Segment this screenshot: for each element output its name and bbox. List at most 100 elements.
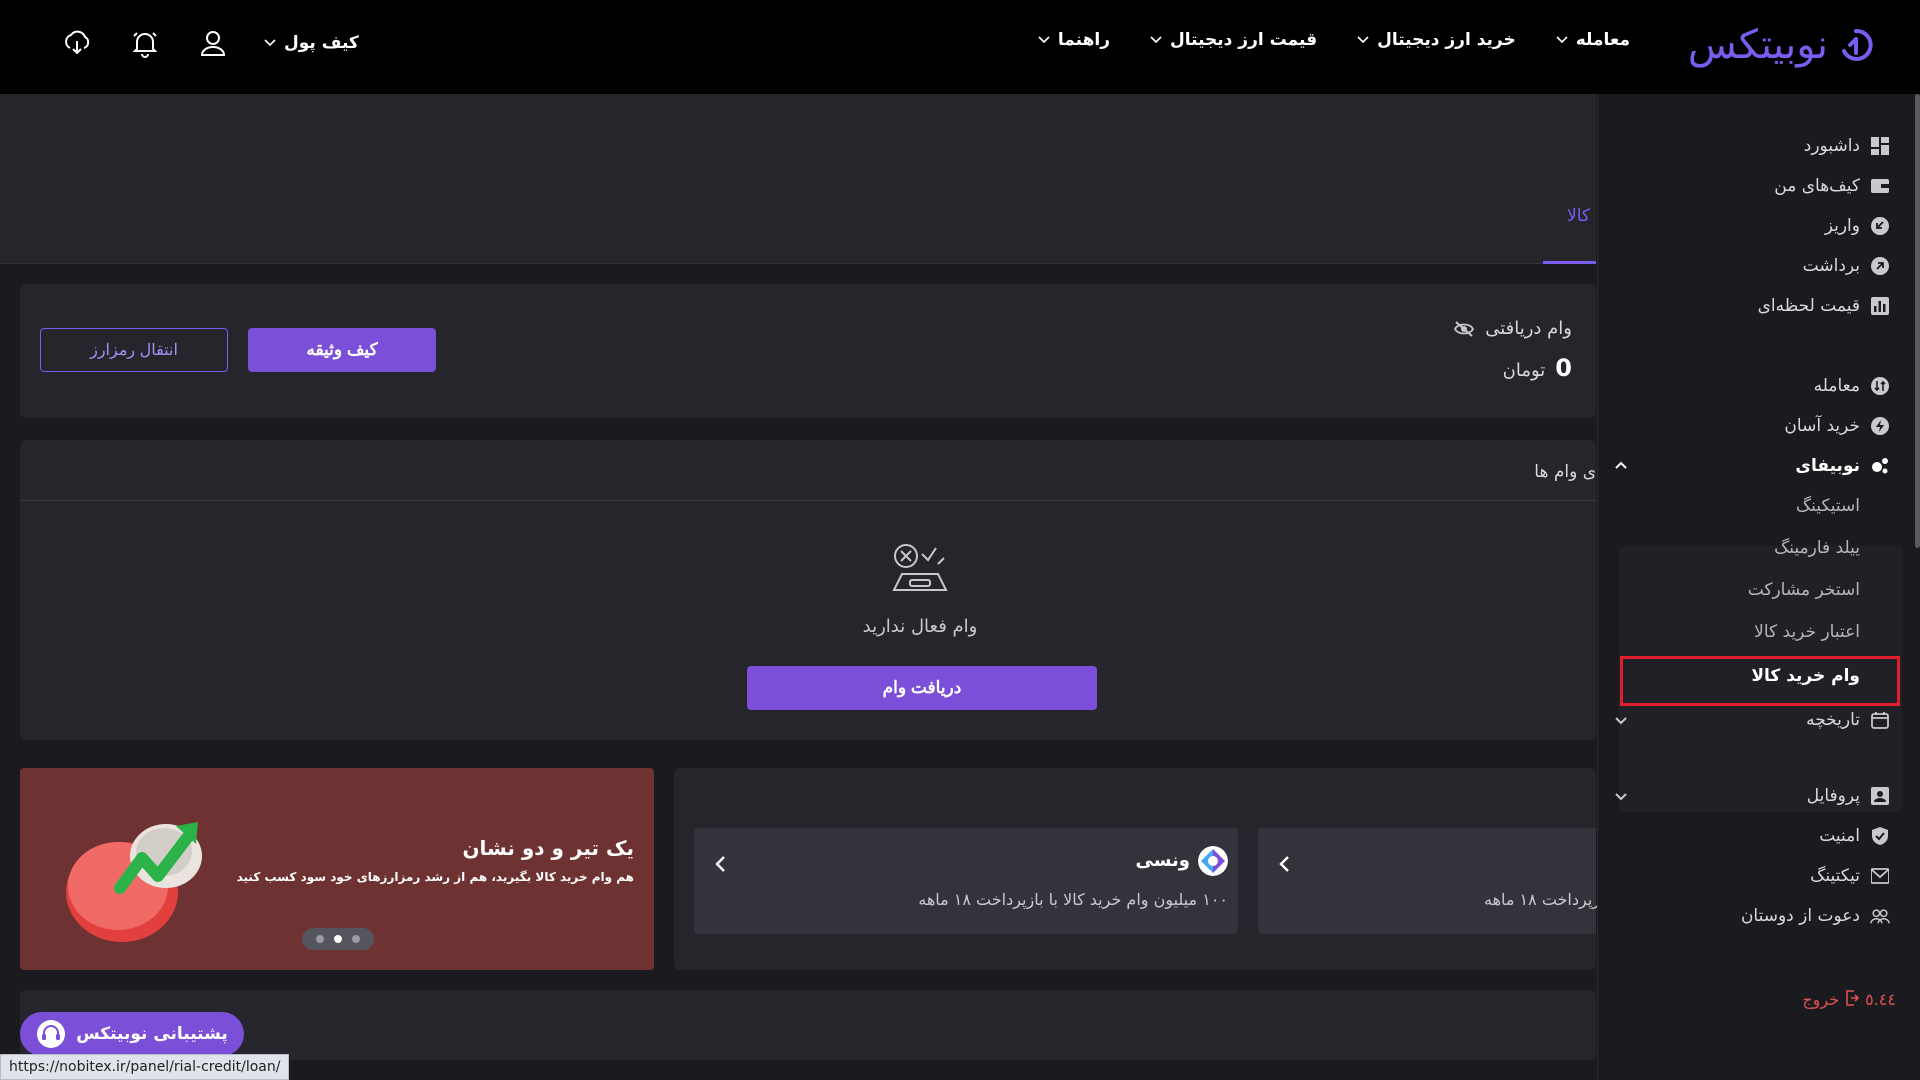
empty-loans-text: وام فعال ندارید [862, 616, 978, 637]
transfer-crypto-button[interactable]: انتقال رمزارز [40, 328, 228, 372]
sidebar-item-label: تیکتینگ [1810, 866, 1860, 886]
chevron-down-icon [1150, 36, 1162, 44]
sidebar-subitem-goods-credit[interactable]: اعتبار خرید کالا [1754, 622, 1860, 642]
sidebar-item-label: واریز [1824, 216, 1860, 236]
wallet-menu-label: کیف پول [284, 33, 359, 53]
sidebar-item-live-price[interactable]: قیمت لحظه‌ای [1758, 296, 1890, 316]
tab-label: کالا [1567, 206, 1590, 226]
user-icon [200, 31, 226, 56]
chevron-down-icon [1556, 36, 1568, 44]
top-navbar: نوبیتکس معامله خرید ارز دیجیتال قیمت ارز… [0, 0, 1920, 94]
main-content: کالا وام دریافتی 0 تومان کیف وثیقه انتقا… [0, 94, 1600, 1080]
deposit-icon [1870, 216, 1890, 236]
sidebar-item-my-wallets[interactable]: کیف‌های من [1774, 176, 1890, 196]
carousel-dot[interactable] [316, 935, 324, 943]
tab-goods[interactable]: کالا [1543, 206, 1596, 264]
users-icon [1870, 906, 1890, 926]
chevron-down-icon[interactable] [1614, 792, 1628, 802]
nav-item-label: معامله [1575, 30, 1630, 50]
nav-item-label: قیمت ارز دیجیتال [1170, 30, 1318, 50]
carousel-dots [302, 928, 374, 950]
chevron-up-icon[interactable] [1614, 460, 1628, 470]
collateral-wallet-button[interactable]: کیف وثیقه [248, 328, 436, 372]
support-chat-button[interactable]: پشتیبانی نوبیتکس [20, 1012, 244, 1056]
headset-icon [37, 1020, 66, 1048]
sidebar-item-label: کیف‌های من [1774, 176, 1860, 196]
sidebar-item-history[interactable]: تاریخچه [1806, 710, 1890, 730]
sidebar-subitem-staking[interactable]: استیکینگ [1796, 496, 1860, 516]
received-loan-label: وام دریافتی [1453, 318, 1572, 339]
sidebar-item-profile[interactable]: پروفایل [1807, 786, 1890, 806]
logout-icon [1846, 990, 1860, 1006]
divider [20, 500, 1596, 501]
bell-icon [132, 32, 158, 58]
wallet-icon [1870, 176, 1890, 196]
get-loan-button[interactable]: دریافت وام [747, 666, 1097, 710]
download-cloud-icon [65, 30, 90, 55]
download-app-button[interactable] [60, 26, 94, 60]
received-loan-amount: 0 تومان [1503, 354, 1572, 382]
sidebar-item-dashboard[interactable]: داشبورد [1804, 136, 1890, 156]
loan-amount-currency: تومان [1502, 360, 1546, 381]
carousel-dot-active[interactable] [334, 935, 342, 943]
chevron-down-icon [1038, 36, 1050, 44]
nobifi-dots-icon [1870, 456, 1890, 476]
vensi-logo-icon [1198, 846, 1228, 876]
eye-off-icon[interactable] [1453, 320, 1475, 338]
dashboard-icon [1870, 136, 1890, 156]
calendar-icon [1870, 710, 1890, 730]
offer-second[interactable]: زپرداخت ۱۸ ماهه [1258, 828, 1600, 934]
promo-banner[interactable]: یک تیر و دو نشان هم وام خرید کالا بگیرید… [20, 768, 654, 970]
chevron-down-icon [1357, 36, 1369, 44]
loan-offers-card: ونسی ۱۰۰ میلیون وام خرید کالا با بازپردا… [674, 768, 1600, 970]
sidebar-item-trade[interactable]: معامله [1814, 376, 1890, 396]
notifications-button[interactable] [128, 26, 162, 60]
chart-bar-icon [1870, 296, 1890, 316]
sidebar-item-label: داشبورد [1803, 136, 1860, 156]
wallet-menu[interactable]: کیف پول [264, 33, 359, 53]
sidebar-item-label: نوبیفای [1795, 456, 1860, 476]
sidebar-item-easy-buy[interactable]: خرید آسان [1784, 416, 1890, 436]
bottom-card [20, 990, 1596, 1060]
shield-check-icon [1870, 826, 1890, 846]
trade-icon [1870, 376, 1890, 396]
sidebar-item-ticketing[interactable]: تیکتینگ [1810, 866, 1890, 886]
offer-description: زپرداخت ۱۸ ماهه [1484, 890, 1600, 909]
chevron-left-icon [715, 856, 725, 872]
loans-list-card: ی وام ها وام فعال ندارید دریافت وام [20, 440, 1596, 740]
chevron-down-icon[interactable] [1614, 716, 1628, 726]
tabs-bar: کالا [0, 94, 1596, 264]
sidebar-item-deposit[interactable]: واریز [1825, 216, 1890, 236]
sidebar-item-security[interactable]: امنیت [1819, 826, 1890, 846]
nav-item-trade[interactable]: معامله [1556, 30, 1630, 50]
sidebar-item-label: تاریخچه [1806, 710, 1860, 730]
offer-description: ۱۰۰ میلیون وام خرید کالا با بازپرداخت ۱۸… [918, 890, 1228, 909]
nav-item-label: راهنما [1057, 30, 1110, 50]
sidebar-item-withdraw[interactable]: برداشت [1803, 256, 1890, 276]
mail-icon [1870, 866, 1890, 886]
loan-amount-value: 0 [1555, 354, 1572, 382]
profile-button[interactable] [196, 26, 230, 60]
brand-mark-icon [1842, 28, 1873, 61]
main-nav: معامله خرید ارز دیجیتال قیمت ارز دیجیتال… [1038, 30, 1630, 50]
sidebar-item-invite[interactable]: دعوت از دوستان [1741, 906, 1890, 926]
nav-item-buy-crypto[interactable]: خرید ارز دیجیتال [1357, 30, 1516, 50]
brand-logo[interactable]: نوبیتکس [1688, 22, 1874, 68]
nav-item-guide[interactable]: راهنما [1038, 30, 1110, 50]
logout-button[interactable]: ‎٥.٤٤‎ خروج [1802, 990, 1896, 1009]
profile-card-icon [1870, 786, 1890, 806]
sidebar-item-nobifi[interactable]: نوبیفای [1795, 456, 1890, 476]
sidebar: داشبورد کیف‌های من واریز برداشت قیمت لحظ… [1597, 94, 1920, 1080]
loans-list-title: ی وام ها [1534, 462, 1596, 482]
nav-item-crypto-prices[interactable]: قیمت ارز دیجیتال [1150, 30, 1317, 50]
offer-vensi[interactable]: ونسی ۱۰۰ میلیون وام خرید کالا با بازپردا… [694, 828, 1238, 934]
sidebar-scrollbar[interactable] [1915, 94, 1920, 548]
sidebar-subitem-pool[interactable]: استخر مشارکت [1748, 580, 1860, 600]
sidebar-item-label: امنیت [1819, 826, 1860, 846]
sidebar-subitem-yield-farming[interactable]: ییلد فارمینگ [1774, 538, 1860, 558]
received-loan-title: وام دریافتی [1485, 318, 1572, 339]
promo-subtitle: هم وام خرید کالا بگیرید، هم از رشد رمزار… [236, 870, 634, 884]
promo-title: یک تیر و دو نشان [462, 836, 634, 860]
status-bar-url: https://nobitex.ir/panel/rial-credit/loa… [0, 1054, 290, 1080]
carousel-dot[interactable] [352, 935, 360, 943]
